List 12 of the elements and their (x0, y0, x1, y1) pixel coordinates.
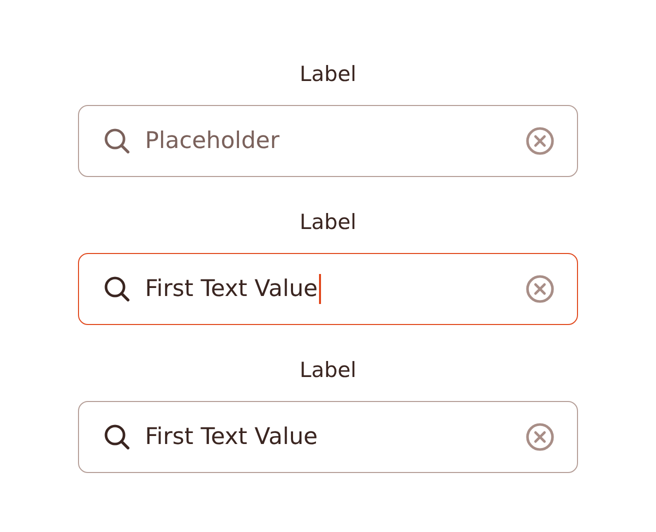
field-label: Label (300, 61, 356, 88)
search-icon (103, 275, 131, 303)
clear-icon[interactable] (525, 274, 555, 304)
clear-icon[interactable] (525, 422, 555, 452)
search-field[interactable]: First Text Value (78, 253, 578, 325)
search-icon (103, 423, 131, 451)
clear-icon[interactable] (525, 126, 555, 156)
search-icon (103, 127, 131, 155)
field-label: Label (300, 209, 356, 236)
search-field[interactable]: Placeholder (78, 105, 578, 177)
search-field[interactable]: First Text Value (78, 401, 578, 473)
field-label: Label (300, 357, 356, 384)
